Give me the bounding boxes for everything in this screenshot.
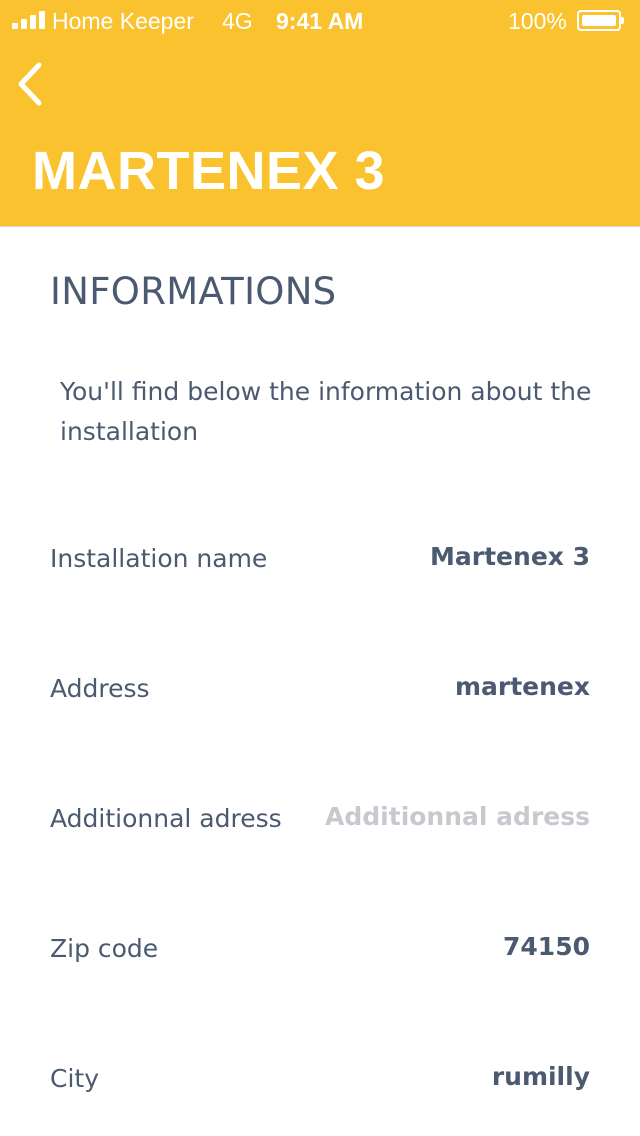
field-label: Address bbox=[50, 674, 150, 703]
section-title: INFORMATIONS bbox=[50, 270, 337, 313]
field-label: Installation name bbox=[50, 544, 268, 573]
section-description: You'll find below the information about … bbox=[60, 377, 592, 446]
additional-address-field[interactable]: Additionnal adress bbox=[325, 802, 590, 831]
header-bar: Home Keeper 4G 9:41 AM 100% MARTENEX 3 bbox=[0, 0, 640, 226]
field-label: Zip code bbox=[50, 934, 159, 963]
carrier-name: Home Keeper bbox=[52, 8, 194, 34]
cellular-signal-icon bbox=[12, 11, 48, 29]
zip-code-field[interactable]: 74150 bbox=[503, 932, 590, 961]
network-type: 4G bbox=[222, 8, 253, 34]
back-button[interactable] bbox=[12, 58, 52, 110]
field-label: City bbox=[50, 1064, 99, 1093]
chevron-left-icon bbox=[18, 62, 42, 106]
address-field[interactable]: martenex bbox=[455, 672, 590, 701]
installation-info-screen: Home Keeper 4G 9:41 AM 100% MARTENEX 3 I… bbox=[0, 0, 640, 1136]
status-time: 9:41 AM bbox=[276, 8, 364, 34]
page-title: MARTENEX 3 bbox=[32, 141, 386, 201]
field-row-additional-address: Additionnal adress Additionnal adress bbox=[0, 790, 640, 850]
field-row-installation-name: Installation name Martenex 3 bbox=[0, 530, 640, 590]
battery-percentage: 100% bbox=[508, 8, 567, 34]
installation-name-field[interactable]: Martenex 3 bbox=[430, 542, 590, 571]
status-bar: Home Keeper 4G 9:41 AM 100% bbox=[0, 0, 640, 40]
battery-full-icon bbox=[577, 10, 624, 31]
field-row-zip-code: Zip code 74150 bbox=[0, 920, 640, 980]
header-divider bbox=[0, 226, 640, 227]
field-label: Additionnal adress bbox=[50, 804, 282, 833]
field-row-address: Address martenex bbox=[0, 660, 640, 720]
city-field[interactable]: rumilly bbox=[492, 1062, 590, 1091]
field-row-city: City rumilly bbox=[0, 1050, 640, 1110]
